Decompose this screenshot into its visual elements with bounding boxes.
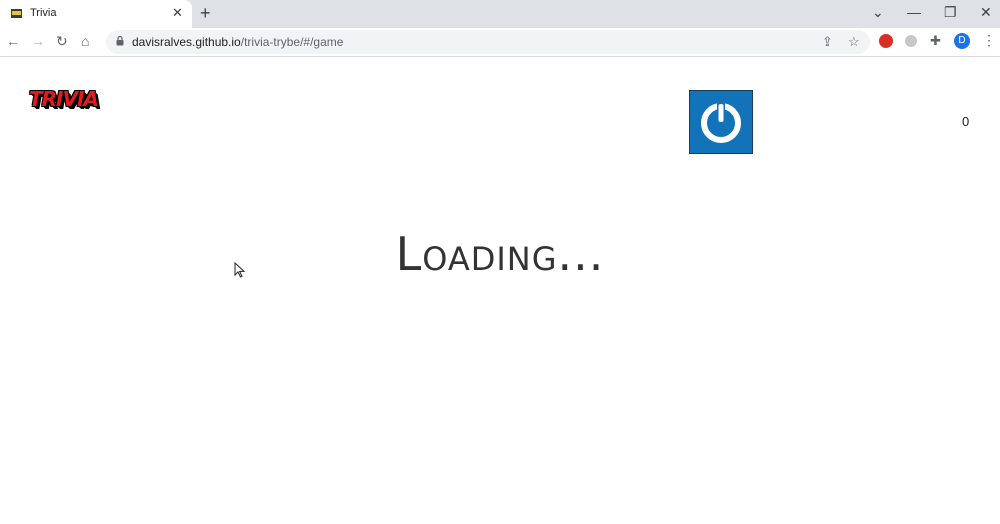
power-icon [701,101,741,143]
window-close-icon[interactable]: ✕ [980,4,992,20]
minimize-icon[interactable]: — [907,4,921,20]
extensions-puzzle-icon[interactable]: ✚ [930,33,941,49]
new-tab-icon[interactable]: + [200,3,211,23]
home-icon[interactable]: ⌂ [81,33,89,49]
browser-menu-icon[interactable]: ⋮ [982,32,996,49]
profile-avatar[interactable]: D [954,33,970,49]
mouse-cursor-icon [234,262,246,278]
url-host: davisralves.github.io [132,35,241,49]
url-path: /trivia-trybe/#/game [240,35,344,49]
loading-text: Loading... [395,227,605,281]
page-background [0,367,1000,524]
trivia-favicon-icon [11,9,22,18]
browser-tab[interactable]: Trivia ✕ [0,0,192,28]
logo-text: TRIVIA [29,87,99,111]
browser-toolbar: ← → ↻ ⌂ davisralves.github.io/trivia-try… [0,28,1000,57]
extension-gray-icon[interactable] [905,35,917,47]
share-icon[interactable]: ⇪ [822,34,833,50]
trivia-logo: TRIVIA [29,87,109,117]
extension-red-icon[interactable] [879,34,893,48]
tab-title: Trivia [30,7,57,19]
tab-search-icon[interactable]: ⌄ [872,4,884,20]
lock-icon [116,36,124,46]
bookmark-star-icon[interactable]: ☆ [848,34,860,50]
tab-strip: Trivia ✕ + ⌄ — ❐ ✕ [0,0,1000,28]
player-avatar [689,90,753,154]
forward-icon[interactable]: → [31,33,45,49]
game-page: TRIVIA 0 Loading... [0,57,1000,367]
reload-icon[interactable]: ↻ [56,33,68,49]
url-text: davisralves.github.io/trivia-trybe/#/gam… [132,35,343,49]
address-bar[interactable]: davisralves.github.io/trivia-trybe/#/gam… [106,30,870,54]
tab-close-icon[interactable]: ✕ [172,6,183,20]
back-icon[interactable]: ← [6,33,20,49]
restore-icon[interactable]: ❐ [944,4,957,20]
score-value: 0 [962,114,970,129]
